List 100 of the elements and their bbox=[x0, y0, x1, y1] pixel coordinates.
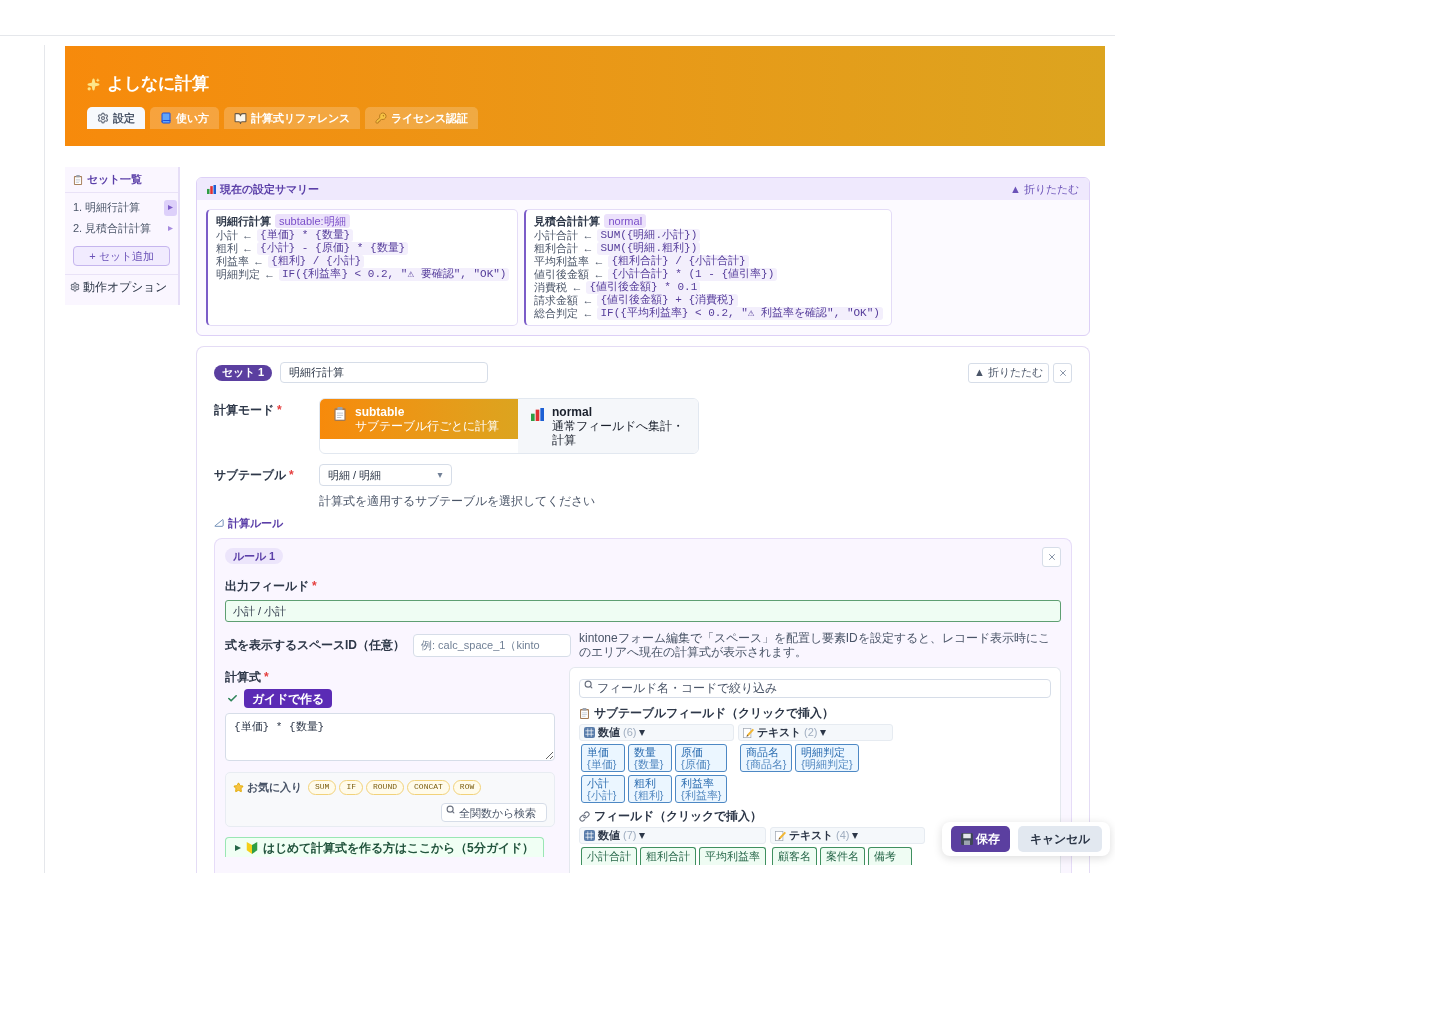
gear-icon bbox=[97, 112, 109, 124]
field-chip[interactable]: 商品名 {商品名} bbox=[740, 744, 793, 772]
function-pill[interactable]: IF bbox=[339, 779, 363, 795]
collapse-button[interactable]: ▲ 折りたたむ bbox=[1010, 180, 1079, 198]
formula-target: 小計合計 bbox=[534, 229, 579, 242]
field-chip[interactable]: 利益率 {利益率} bbox=[675, 775, 728, 803]
collapse-button[interactable]: ▲ 折りたたむ bbox=[968, 362, 1049, 383]
function-pill[interactable]: CONCAT bbox=[407, 779, 450, 795]
favorites-label: お気に入り bbox=[247, 780, 302, 795]
field-chip[interactable]: 小計 {小計} bbox=[581, 775, 625, 803]
clipboard-icon bbox=[73, 174, 83, 185]
section-title: サブテーブルフィールド（クリックで挿入） bbox=[594, 706, 834, 721]
formula-target: 消費税 bbox=[534, 281, 568, 294]
subtable-select[interactable]: 明細 / 明細 bbox=[319, 464, 452, 486]
function-pill[interactable]: ROW bbox=[452, 779, 482, 795]
mode-badge: subtable:明細 bbox=[275, 214, 350, 228]
field-chip[interactable]: 案件名 bbox=[820, 847, 865, 865]
close-icon bbox=[1057, 367, 1068, 378]
add-set-button[interactable]: + セット追加 bbox=[73, 246, 170, 266]
key-icon bbox=[375, 112, 387, 124]
field-chip[interactable]: 明細判定 {明細判定} bbox=[795, 744, 859, 772]
beginner-mark-icon bbox=[246, 841, 258, 854]
formula-expression: SUM({明細.小計}) bbox=[597, 229, 701, 242]
guide-button[interactable]: ガイドで作る bbox=[244, 689, 332, 708]
set-list-item[interactable]: 2. 見積合計計算 bbox=[65, 218, 178, 239]
formula-expression: {粗利合計} / {小計合計} bbox=[608, 255, 749, 268]
formula-expression: {粗利} / {小計} bbox=[268, 255, 365, 268]
mode-badge: normal bbox=[604, 214, 647, 228]
triangle-ruler-icon bbox=[214, 518, 224, 528]
formula-textarea[interactable]: {単価} * {数量} bbox=[225, 713, 555, 761]
set-name: 見積合計計算 bbox=[534, 214, 601, 228]
star-icon bbox=[233, 781, 244, 793]
assign-arrow: ← bbox=[582, 307, 594, 320]
assign-arrow: ← bbox=[242, 242, 253, 255]
gear-icon bbox=[70, 282, 80, 292]
book-icon bbox=[160, 112, 172, 124]
field-label: 計算モード bbox=[214, 403, 274, 418]
help-text: kintoneフォーム編集で「スペース」を配置し要素IDを設定すると、レコード表示時にこのエリアへ現在の計算式が表示されます。 bbox=[579, 631, 1051, 659]
field-chip[interactable]: 顧客名 bbox=[772, 847, 817, 865]
formula-target: 明細判定 bbox=[216, 268, 260, 281]
formula-expression: {単価} * {数量} bbox=[257, 229, 354, 242]
formula-expression: IF({利益率} < 0.2, "⚠ 要確認", "OK") bbox=[279, 268, 510, 281]
field-chip[interactable]: 数量 {数量} bbox=[628, 744, 672, 772]
field-chip[interactable]: 小計合計 bbox=[581, 847, 637, 865]
formula-target: 総合判定 bbox=[534, 307, 579, 320]
formula-target: 粗利 bbox=[216, 242, 238, 255]
section-title: 計算ルール bbox=[228, 516, 283, 530]
summary-title: 現在の設定サマリー bbox=[220, 181, 319, 197]
formula-target: 平均利益率 bbox=[534, 255, 590, 268]
field-chip[interactable]: 原価 {原価} bbox=[675, 744, 728, 772]
field-chip[interactable]: 平均利益率 bbox=[699, 847, 766, 865]
formula-target: 小計 bbox=[216, 229, 238, 242]
assign-arrow: ← bbox=[253, 255, 264, 268]
save-button[interactable]: 保存 bbox=[951, 826, 1010, 852]
formula-expression: {小計} - {原価} * {数量} bbox=[257, 242, 409, 255]
caret-down-icon bbox=[437, 472, 443, 478]
nav-tab[interactable]: 設定 bbox=[87, 107, 145, 129]
assign-arrow: ← bbox=[582, 229, 594, 242]
field-chip[interactable]: 粗利合計 bbox=[640, 847, 696, 865]
rule-badge: ルール 1 bbox=[225, 548, 284, 564]
set-name: 明細行計算 bbox=[216, 214, 271, 228]
field-chip[interactable]: 備考 bbox=[868, 847, 912, 865]
close-button[interactable] bbox=[1053, 362, 1072, 383]
grid-icon bbox=[584, 727, 595, 738]
guide-disclosure[interactable]: はじめて計算式を作る方はここから（5分ガイド） bbox=[225, 837, 544, 857]
close-icon bbox=[1046, 552, 1057, 562]
sidebar-title: セット一覧 bbox=[87, 172, 142, 188]
function-pill[interactable]: SUM bbox=[308, 779, 337, 795]
field-group-header[interactable]: テキスト (4) bbox=[770, 827, 925, 844]
assign-arrow: ← bbox=[242, 229, 253, 242]
field-label: 出力フィールド bbox=[225, 579, 309, 594]
cancel-button[interactable]: キャンセル bbox=[1018, 826, 1102, 852]
function-pill[interactable]: ROUND bbox=[366, 779, 405, 795]
close-button[interactable] bbox=[1042, 547, 1061, 567]
search-field[interactable]: 全関数から検索 bbox=[441, 803, 547, 822]
required-mark: * bbox=[277, 403, 282, 418]
output-field-input[interactable]: 小計 / 小計 bbox=[225, 600, 1061, 622]
memo-icon bbox=[775, 830, 786, 841]
field-group-header[interactable]: テキスト (2) bbox=[738, 724, 893, 741]
required-mark: * bbox=[264, 670, 269, 685]
search-field[interactable]: フィールド名・コードで絞り込み bbox=[579, 678, 1051, 698]
assign-arrow: ← bbox=[582, 294, 594, 307]
space-id-input[interactable]: 例: calc_space_1（kinto bbox=[413, 633, 571, 657]
formula-expression: {値引後金額} * 0.1 bbox=[586, 281, 701, 294]
assign-arrow: ← bbox=[571, 281, 583, 294]
set-name-input[interactable]: 明細行計算 bbox=[280, 362, 489, 383]
formula-target: 請求金額 bbox=[534, 294, 579, 307]
field-group-header[interactable]: 数値 (7) bbox=[579, 827, 766, 844]
options-link[interactable]: 動作オプション bbox=[83, 279, 167, 295]
field-label: 計算式 bbox=[225, 670, 261, 685]
clipboard-icon bbox=[333, 407, 347, 421]
set-badge: セット 1 bbox=[214, 364, 273, 381]
formula-expression: IF({平均利益率} < 0.2, "⚠ 利益率を確認", "OK") bbox=[597, 307, 883, 320]
field-chip[interactable]: 粗利 {粗利} bbox=[628, 775, 672, 803]
required-mark: * bbox=[312, 579, 317, 594]
set-list-item[interactable]: 1. 明細行計算 bbox=[65, 197, 178, 218]
field-chip[interactable]: 単価 {単価} bbox=[581, 744, 625, 772]
field-group-header[interactable]: 数値 (6) bbox=[579, 724, 734, 741]
mode-option[interactable]: normal 通常フィールドへ集計・計算 bbox=[518, 399, 698, 453]
bar-chart-icon bbox=[531, 408, 544, 421]
